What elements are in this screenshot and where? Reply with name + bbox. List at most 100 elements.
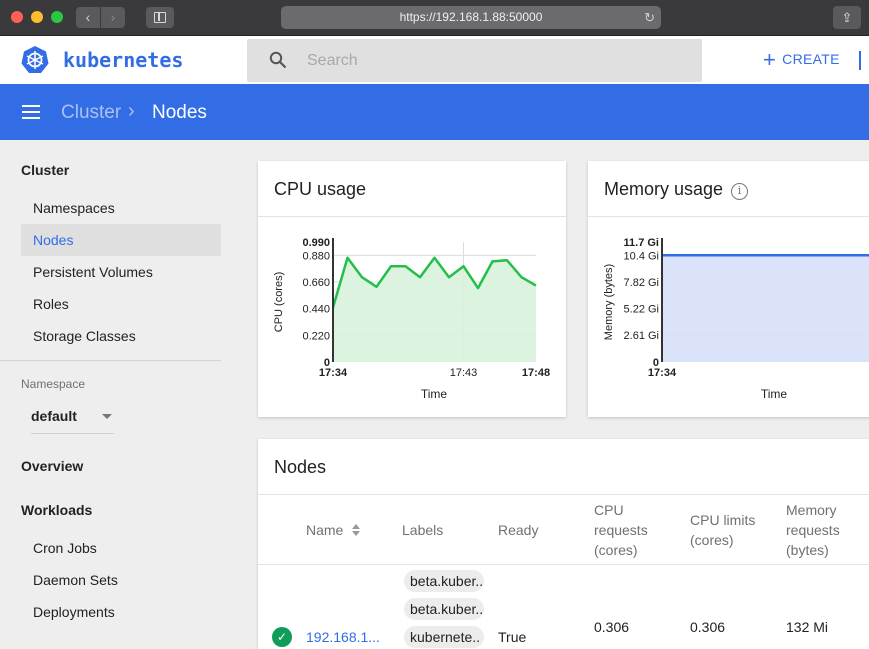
column-header-cpu-requests: CPU requests (cores) <box>594 500 648 560</box>
y-tick-label: 0.220 <box>302 330 330 342</box>
namespace-value: default <box>31 408 77 424</box>
nodes-card-title: Nodes <box>274 457 326 478</box>
kubernetes-logo-icon[interactable] <box>20 45 50 75</box>
sort-icon[interactable] <box>351 523 361 537</box>
header-line: Memory <box>786 500 840 520</box>
memory-chart: 02.61 Gi5.22 Gi7.82 Gi10.4 Gi11.7 Gi17:3… <box>588 217 869 417</box>
cpu-usage-card: CPU usage 00.2200.4400.6600.8800.99017:3… <box>258 161 566 417</box>
cpu-card-title: CPU usage <box>274 179 366 200</box>
y-tick-label: 11.7 Gi <box>624 237 659 249</box>
header-line: CPU <box>594 500 648 520</box>
memory-requests-cell: 132 Mi <box>786 619 828 635</box>
y-tick-label: 5.22 Gi <box>624 303 659 315</box>
sidebar-heading-workloads[interactable]: Workloads <box>21 502 92 518</box>
sidebar-toggle-button[interactable] <box>146 7 174 28</box>
breadcrumb-current: Nodes <box>152 102 207 124</box>
column-name-label: Name <box>306 522 343 538</box>
column-header-labels: Labels <box>402 520 443 540</box>
ready-cell: True <box>498 629 526 645</box>
close-window-button[interactable] <box>11 11 23 23</box>
share-button[interactable]: ⇪ <box>833 6 861 29</box>
sidebar-item-deployments[interactable]: Deployments <box>21 596 221 628</box>
y-tick-label: 0.660 <box>302 277 330 289</box>
breadcrumb-cluster[interactable]: Cluster <box>61 102 121 124</box>
url-text: https://192.168.1.88:50000 <box>400 10 543 24</box>
y-tick-label: 0.880 <box>302 250 330 262</box>
y-tick-label: 0.990 <box>302 237 330 249</box>
sidebar-icon <box>154 12 166 23</box>
header-line: requests <box>594 520 648 540</box>
header-divider <box>859 51 861 70</box>
sidebar-heading-cluster[interactable]: Cluster <box>21 162 69 178</box>
header-line: (cores) <box>594 540 648 560</box>
label-chip[interactable]: beta.kuber.. <box>404 598 484 620</box>
minimize-window-button[interactable] <box>31 11 43 23</box>
info-icon[interactable]: i <box>731 183 748 200</box>
label-chip[interactable]: kubernete.. <box>404 626 484 648</box>
x-tick-label: 17:48 <box>522 367 550 379</box>
sidebar-item-cron-jobs[interactable]: Cron Jobs <box>21 532 221 564</box>
breadcrumb-separator-icon: › <box>128 100 135 123</box>
brand-name[interactable]: kubernetes <box>63 48 183 72</box>
forward-button[interactable]: › <box>101 7 125 28</box>
area-fill <box>333 258 536 362</box>
sidebar-item-roles[interactable]: Roles <box>21 288 221 320</box>
y-axis-label: CPU (cores) <box>273 272 285 333</box>
header-line: (bytes) <box>786 540 840 560</box>
x-tick-label: 17:43 <box>450 367 478 379</box>
x-tick-label: 17:34 <box>319 367 348 379</box>
search-input[interactable] <box>307 39 687 82</box>
sidebar-divider <box>0 360 221 361</box>
search-box[interactable] <box>247 39 702 82</box>
column-header-memory-requests: Memory requests (bytes) <box>786 500 840 560</box>
sidebar: Cluster Namespaces Nodes Persistent Volu… <box>0 140 238 635</box>
y-tick-label: 2.61 Gi <box>624 330 659 342</box>
sidebar-item-storage-classes[interactable]: Storage Classes <box>21 320 221 352</box>
sidebar-item-namespaces[interactable]: Namespaces <box>21 192 221 224</box>
header-line: requests <box>786 520 840 540</box>
reload-icon[interactable]: ↻ <box>644 6 655 29</box>
address-bar[interactable]: https://192.168.1.88:50000 ↻ <box>281 6 661 29</box>
menu-icon[interactable] <box>22 105 40 119</box>
plus-icon: + <box>763 47 776 72</box>
node-name-link[interactable]: 192.168.1... <box>306 629 380 645</box>
y-tick-label: 10.4 Gi <box>624 250 659 262</box>
namespace-label: Namespace <box>21 377 85 391</box>
card-divider <box>258 494 869 495</box>
chevron-right-icon: › <box>111 9 116 25</box>
header-line: (cores) <box>690 530 755 550</box>
memory-card-title-text: Memory usage <box>604 179 723 199</box>
area-fill <box>662 255 869 362</box>
memory-card-title: Memory usage i <box>604 179 748 200</box>
cpu-limits-cell: 0.306 <box>690 619 725 635</box>
back-button[interactable]: ‹ <box>76 7 100 28</box>
chevron-left-icon: ‹ <box>86 9 91 25</box>
column-header-name[interactable]: Name <box>306 520 361 540</box>
x-tick-label: 17:34 <box>648 367 677 379</box>
cpu-chart: 00.2200.4400.6600.8800.99017:3417:4317:4… <box>258 217 566 417</box>
status-ok-icon: ✓ <box>272 627 292 647</box>
x-axis-label: Time <box>761 387 788 401</box>
y-tick-label: 0.440 <box>302 304 330 316</box>
toolbar: Cluster › Nodes <box>0 84 869 140</box>
browser-chrome: ‹ › https://192.168.1.88:50000 ↻ ⇪ <box>0 0 869 36</box>
search-icon <box>269 51 287 69</box>
y-axis-label: Memory (bytes) <box>603 264 615 340</box>
y-tick-label: 7.82 Gi <box>624 277 659 289</box>
create-button[interactable]: + CREATE <box>763 48 840 71</box>
sidebar-item-nodes[interactable]: Nodes <box>21 224 221 256</box>
zoom-window-button[interactable] <box>51 11 63 23</box>
share-icon: ⇪ <box>842 10 853 25</box>
memory-usage-card: Memory usagei 02.61 Gi5.22 Gi7.82 Gi10.4… <box>588 161 869 417</box>
label-chip[interactable]: beta.kuber.. <box>404 570 484 592</box>
sidebar-item-persistent-volumes[interactable]: Persistent Volumes <box>21 256 221 288</box>
dropdown-caret-icon <box>102 414 112 419</box>
header-line: CPU limits <box>690 510 755 530</box>
namespace-select[interactable]: default <box>31 402 114 434</box>
app-header: kubernetes + CREATE <box>0 36 869 84</box>
sidebar-item-daemon-sets[interactable]: Daemon Sets <box>21 564 221 596</box>
nodes-card: Nodes Name Labels Ready CPU requests (co… <box>258 439 869 649</box>
column-header-cpu-limits: CPU limits (cores) <box>690 510 755 550</box>
create-label: CREATE <box>782 51 840 67</box>
sidebar-item-overview[interactable]: Overview <box>21 458 83 474</box>
